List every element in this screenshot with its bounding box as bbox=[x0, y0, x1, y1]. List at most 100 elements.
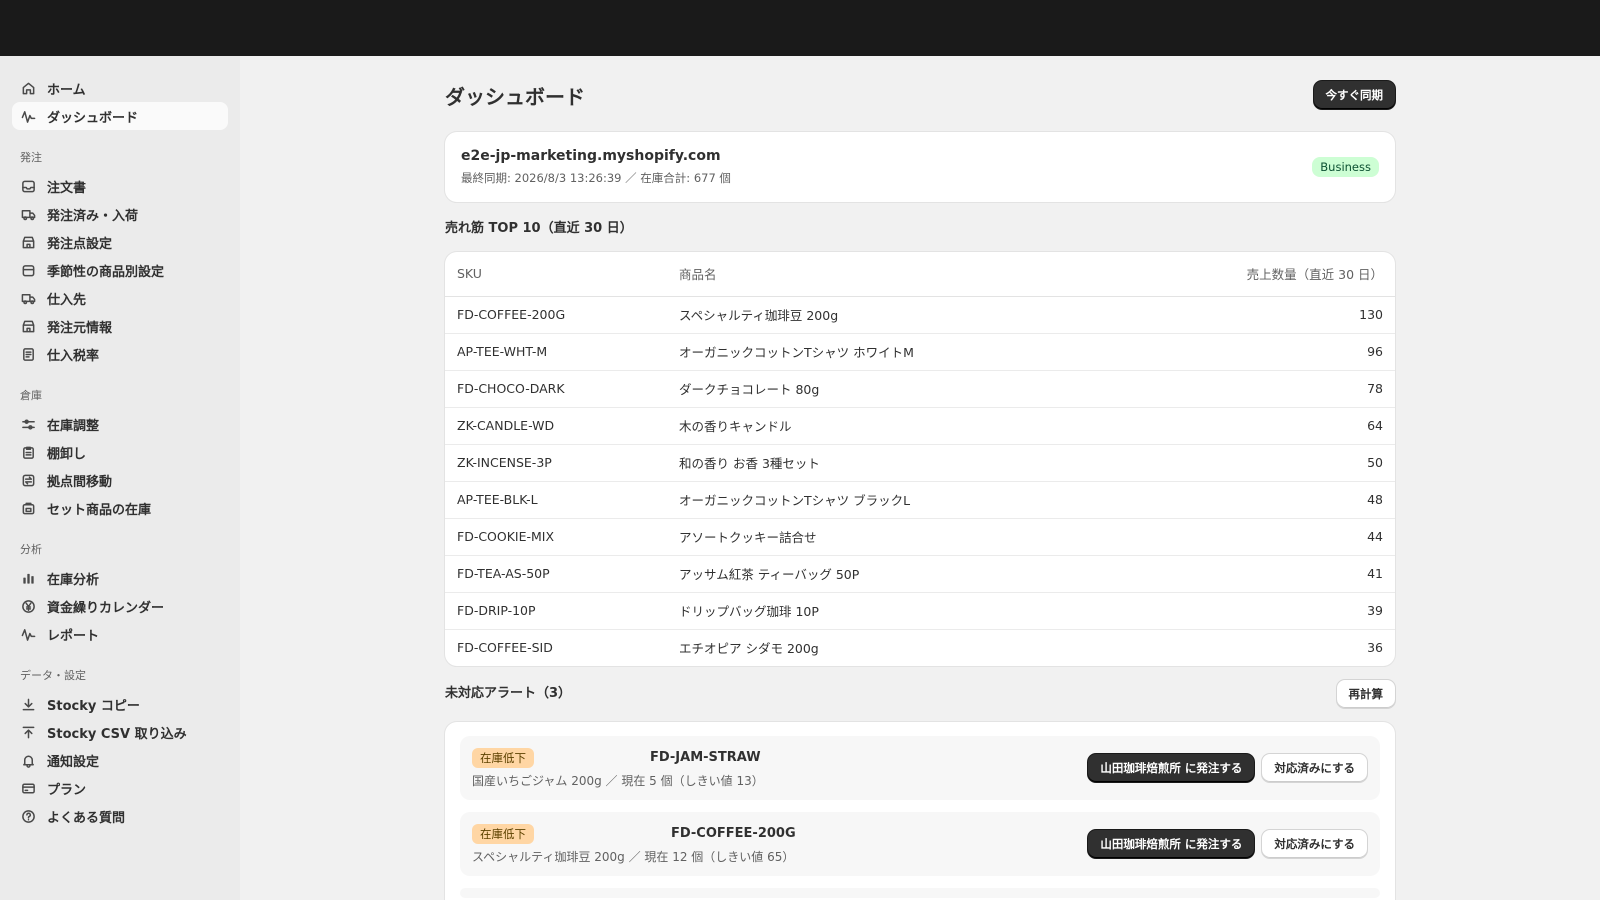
alert-item bbox=[460, 888, 1380, 898]
sidebar-item-label: 仕入先 bbox=[47, 292, 87, 308]
alert-actions: 山田珈琲焙煎所 に発注する 対応済みにする bbox=[1088, 830, 1367, 858]
cell-sku: AP-TEE-BLK-L bbox=[445, 481, 667, 519]
activity-icon bbox=[20, 626, 36, 642]
table-row: ZK-INCENSE-3P 和の香り お香 3種セット 50 bbox=[445, 444, 1395, 482]
cell-name: アソートクッキー詰合せ bbox=[667, 518, 1117, 556]
sidebar-item-suppliers[interactable]: 仕入先 bbox=[12, 284, 228, 312]
cell-name: アッサム紅茶 ティーバッグ 50P bbox=[667, 555, 1117, 593]
alert-description: スペシャルティ珈琲豆 200g ／ 現在 12 個（しきい値 65） bbox=[472, 849, 795, 864]
home-icon bbox=[20, 80, 36, 96]
sidebar-item-stocky-csv-import[interactable]: Stocky CSV 取り込み bbox=[12, 718, 228, 746]
order-from-supplier-button[interactable]: 山田珈琲焙煎所 に発注する bbox=[1088, 830, 1255, 858]
sidebar-item-home[interactable]: ホーム bbox=[12, 74, 228, 102]
sidebar-item-stock-adjust[interactable]: 在庫調整 bbox=[12, 410, 228, 438]
sidebar-item-label: 注文書 bbox=[47, 180, 87, 196]
credit-card-icon bbox=[20, 780, 36, 796]
alerts-header: 未対応アラート（3） 再計算 bbox=[445, 666, 1395, 722]
sidebar-item-label: 季節性の商品別設定 bbox=[47, 264, 165, 280]
table-row: ZK-CANDLE-WD 木の香りキャンドル 64 bbox=[445, 407, 1395, 445]
cell-qty: 36 bbox=[1367, 640, 1383, 656]
store-card: e2e-jp-marketing.myshopify.com 最終同期: 202… bbox=[445, 132, 1395, 202]
truck-icon bbox=[20, 206, 36, 222]
cell-sku: FD-TEA-AS-50P bbox=[445, 555, 667, 593]
table-row: FD-TEA-AS-50P アッサム紅茶 ティーバッグ 50P 41 bbox=[445, 555, 1395, 593]
alerts-card: 在庫低下 FD-JAM-STRAW 国産いちごジャム 200g ／ 現在 5 個… bbox=[445, 722, 1395, 900]
sync-now-button[interactable]: 今すぐ同期 bbox=[1313, 81, 1395, 109]
cell-name: スペシャルティ珈琲豆 200g bbox=[667, 296, 1117, 334]
sidebar-item-reports[interactable]: レポート bbox=[12, 620, 228, 648]
page-header: ダッシュボード 今すぐ同期 bbox=[445, 56, 1395, 126]
cell-sku: FD-COOKIE-MIX bbox=[445, 518, 667, 556]
page-title: ダッシュボード bbox=[445, 84, 585, 109]
yen-icon bbox=[20, 598, 36, 614]
sidebar-item-notifications[interactable]: 通知設定 bbox=[12, 746, 228, 774]
column-header-name: 商品名 bbox=[667, 252, 1117, 297]
sidebar-item-label: Stocky コピー bbox=[47, 698, 140, 714]
sidebar-item-stocktake[interactable]: 棚卸し bbox=[12, 438, 228, 466]
cell-sku: FD-COFFEE-SID bbox=[457, 640, 553, 656]
order-from-supplier-button[interactable]: 山田珈琲焙煎所 に発注する bbox=[1088, 754, 1255, 782]
sidebar-item-label: ホーム bbox=[47, 82, 86, 98]
mark-resolved-button[interactable]: 対応済みにする bbox=[1262, 830, 1367, 858]
sidebar-item-label: 仕入税率 bbox=[47, 348, 100, 364]
calendar-icon bbox=[20, 262, 36, 278]
cell-name: ダークチョコレート 80g bbox=[667, 370, 1117, 408]
upload-icon bbox=[20, 724, 36, 740]
sliders-icon bbox=[20, 416, 36, 432]
sidebar-item-dashboard[interactable]: ダッシュボード bbox=[12, 102, 228, 130]
sidebar-item-purchase-orders[interactable]: 注文書 bbox=[12, 172, 228, 200]
table-row: FD-COFFEE-SID エチオピア シダモ 200g 36 bbox=[445, 629, 1395, 666]
cell-name: ドリップバッグ珈琲 10P bbox=[667, 592, 1117, 630]
sidebar-item-label: セット商品の在庫 bbox=[47, 502, 152, 518]
sidebar-section-title: 倉庫 bbox=[20, 389, 42, 402]
sidebar-item-tax-rate[interactable]: 仕入税率 bbox=[12, 340, 228, 368]
sidebar-item-cashflow-calendar[interactable]: 資金繰りカレンダー bbox=[12, 592, 228, 620]
cell-name: オーガニックコットンTシャツ ブラックL bbox=[667, 481, 1117, 519]
bell-icon bbox=[20, 752, 36, 768]
sidebar-item-reorder-point[interactable]: 発注点設定 bbox=[12, 228, 228, 256]
store-info: e2e-jp-marketing.myshopify.com 最終同期: 202… bbox=[461, 148, 731, 186]
sidebar-item-ordered-received[interactable]: 発注済み・入荷 bbox=[12, 200, 228, 228]
low-stock-badge: 在庫低下 bbox=[472, 747, 534, 768]
alert-sku: FD-COFFEE-200G bbox=[671, 826, 796, 841]
sidebar: ホーム ダッシュボード 発注 注文書 発注済み・入荷 発注点設定 季節性の商品別… bbox=[0, 56, 240, 900]
cell-name: 和の香り お香 3種セット bbox=[667, 444, 1117, 482]
cell-qty: 78 bbox=[1116, 370, 1395, 408]
store-sync-meta: 最終同期: 2026/8/3 13:26:39 ／ 在庫合計: 677 個 bbox=[461, 171, 731, 185]
cell-sku: FD-COFFEE-200G bbox=[445, 296, 667, 334]
cell-sku: AP-TEE-WHT-M bbox=[445, 333, 667, 371]
sidebar-section-title: データ・設定 bbox=[20, 669, 86, 682]
alerts-title: 未対応アラート（3） bbox=[445, 686, 572, 701]
store-icon bbox=[20, 318, 36, 334]
mark-resolved-button[interactable]: 対応済みにする bbox=[1262, 754, 1367, 782]
activity-icon bbox=[20, 108, 36, 124]
sidebar-item-label: プラン bbox=[47, 782, 87, 798]
sidebar-item-label: 棚卸し bbox=[47, 446, 87, 462]
bar-chart-icon bbox=[20, 570, 36, 586]
table-row: FD-DRIP-10P ドリップバッグ珈琲 10P 39 bbox=[445, 592, 1395, 630]
top-sellers-table-card: SKU 商品名 売上数量（直近 30 日） FD-COFFEE-200G スペシ… bbox=[445, 252, 1395, 666]
alert-sku: FD-JAM-STRAW bbox=[650, 750, 761, 765]
top-sellers-table: SKU 商品名 売上数量（直近 30 日） FD-COFFEE-200G スペシ… bbox=[445, 252, 1395, 666]
sidebar-item-stocky-copy[interactable]: Stocky コピー bbox=[12, 690, 228, 718]
sidebar-item-faq[interactable]: よくある質問 bbox=[12, 802, 228, 830]
alert-item: 在庫低下 FD-COFFEE-200G スペシャルティ珈琲豆 200g ／ 現在… bbox=[460, 812, 1380, 876]
sidebar-item-bundles[interactable]: セット商品の在庫 bbox=[12, 494, 228, 522]
sidebar-item-label: ダッシュボード bbox=[47, 110, 139, 126]
receipt-icon bbox=[20, 346, 36, 362]
sidebar-item-inventory-analytics[interactable]: 在庫分析 bbox=[12, 564, 228, 592]
alert-info: 在庫低下 FD-COFFEE-200G スペシャルティ珈琲豆 200g ／ 現在… bbox=[472, 823, 796, 865]
alert-actions: 山田珈琲焙煎所 に発注する 対応済みにする bbox=[1088, 754, 1367, 782]
sidebar-item-label: 発注済み・入荷 bbox=[47, 208, 139, 224]
sidebar-item-label: 拠点間移動 bbox=[47, 474, 113, 490]
cell-qty: 96 bbox=[1116, 333, 1395, 371]
truck-icon bbox=[20, 290, 36, 306]
sidebar-item-plan[interactable]: プラン bbox=[12, 774, 228, 802]
recalculate-button[interactable]: 再計算 bbox=[1336, 680, 1395, 708]
store-domain: e2e-jp-marketing.myshopify.com bbox=[461, 148, 721, 164]
sidebar-item-transfers[interactable]: 拠点間移動 bbox=[12, 466, 228, 494]
table-row: FD-COFFEE-200G スペシャルティ珈琲豆 200g 130 bbox=[445, 296, 1395, 334]
cell-name: オーガニックコットンTシャツ ホワイトM bbox=[667, 333, 1117, 371]
sidebar-item-seasonality[interactable]: 季節性の商品別設定 bbox=[12, 256, 228, 284]
sidebar-item-ordering-info[interactable]: 発注元情報 bbox=[12, 312, 228, 340]
